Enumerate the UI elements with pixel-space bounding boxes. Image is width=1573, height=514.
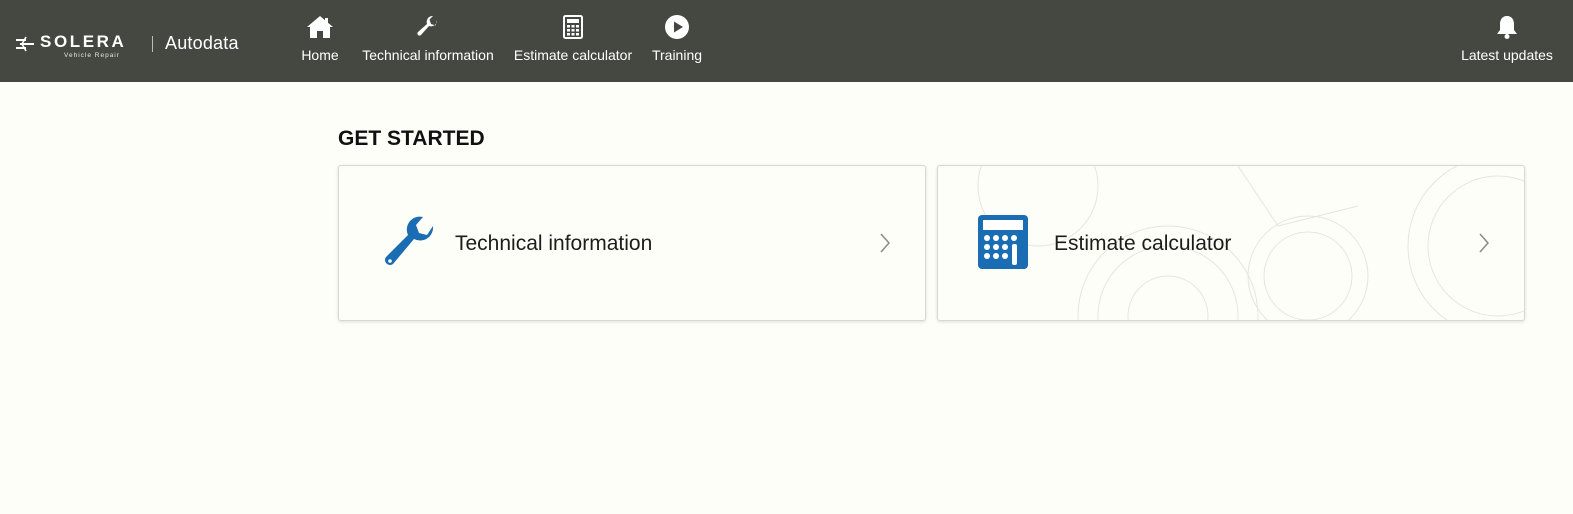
play-circle-icon	[664, 12, 690, 42]
solera-logo[interactable]: SOLERA Vehicle Repair	[14, 32, 126, 62]
nav-technical-information[interactable]: Technical information	[361, 12, 495, 72]
product-name: Autodata	[165, 33, 239, 53]
section-title: GET STARTED	[338, 127, 485, 150]
bell-icon	[1496, 12, 1518, 42]
calculator-icon	[977, 214, 1029, 275]
nav-training-label: Training	[651, 47, 703, 63]
wrench-icon	[383, 214, 437, 275]
nav-home-label: Home	[301, 47, 339, 63]
estimate-calculator-card[interactable]: Estimate calculator	[937, 165, 1525, 321]
chevron-right-icon	[879, 232, 891, 259]
nav-training[interactable]: Training	[650, 12, 704, 72]
estimate-calculator-card-label: Estimate calculator	[1054, 232, 1232, 255]
solera-logo-mark-icon	[16, 36, 34, 52]
nav-estimate-calculator[interactable]: Estimate calculator	[513, 12, 633, 72]
nav-technical-information-label: Technical information	[362, 47, 494, 63]
brand-subtitle: Vehicle Repair	[64, 52, 120, 59]
brand-name: SOLERA	[40, 32, 127, 51]
home-icon	[306, 12, 334, 42]
calculator-icon	[563, 12, 583, 42]
wrench-icon	[416, 12, 440, 42]
logo-divider	[152, 36, 153, 52]
nav-latest-updates-label: Latest updates	[1461, 47, 1553, 63]
technical-information-card-label: Technical information	[455, 232, 653, 255]
nav-latest-updates[interactable]: Latest updates	[1459, 12, 1555, 72]
nav-home[interactable]: Home	[300, 12, 340, 72]
top-navigation-bar: SOLERA Vehicle Repair Autodata Home Tech…	[0, 0, 1573, 82]
chevron-right-icon	[1478, 232, 1490, 259]
nav-estimate-calculator-label: Estimate calculator	[513, 47, 633, 63]
technical-information-card[interactable]: Technical information	[338, 165, 926, 321]
